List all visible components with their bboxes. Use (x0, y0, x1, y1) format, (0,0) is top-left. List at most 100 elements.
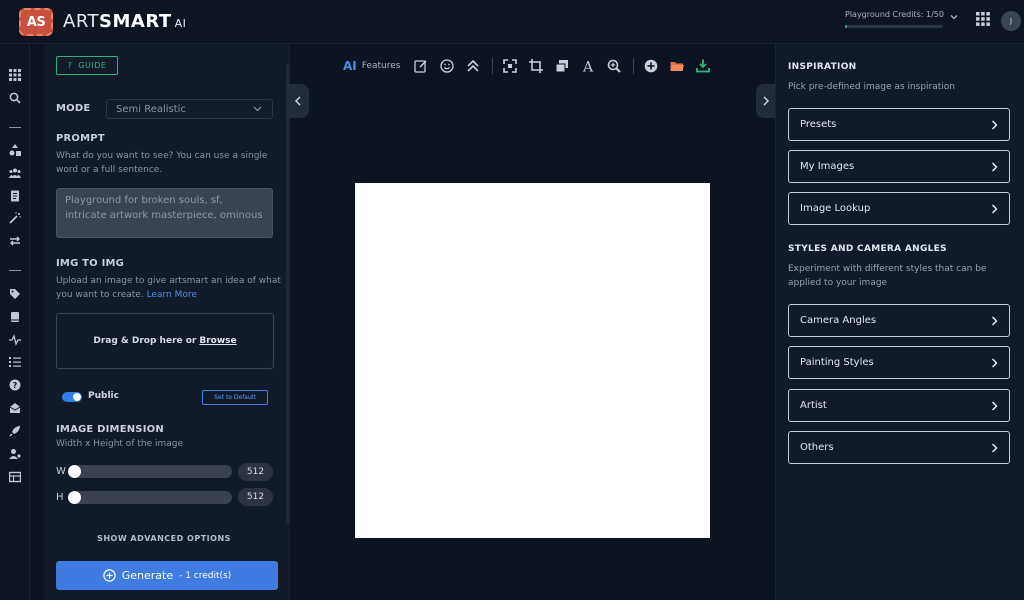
width-value[interactable]: 512 (238, 463, 273, 481)
expand-icon[interactable] (503, 59, 518, 73)
guide-button[interactable]: ? GUIDE (56, 56, 118, 75)
image-canvas[interactable] (355, 183, 710, 538)
book-icon[interactable] (9, 311, 21, 323)
download-icon[interactable] (696, 59, 711, 73)
top-bar: AS ARTSMART AI Playground Credits: 1/50 J (0, 0, 1024, 44)
others-button[interactable]: Others (788, 431, 1010, 464)
mode-select[interactable]: Semi Realistic (106, 99, 273, 119)
rocket-icon[interactable] (9, 425, 21, 437)
toolbar-divider (492, 58, 494, 74)
activity-icon[interactable] (9, 334, 21, 346)
document-icon[interactable] (9, 190, 21, 202)
styles-title: STYLES AND CAMERA ANGLES (788, 244, 947, 254)
browse-link[interactable]: Browse (199, 336, 236, 346)
others-label: Others (800, 442, 834, 453)
crop-icon[interactable] (529, 59, 544, 73)
chevron-right-icon (991, 161, 998, 172)
upscale-icon[interactable] (466, 59, 480, 73)
list-icon[interactable] (9, 356, 21, 368)
rail-divider (9, 127, 21, 128)
avatar[interactable]: J (1001, 11, 1021, 31)
camera-angles-button[interactable]: Camera Angles (788, 304, 1010, 337)
public-label: Public (88, 391, 119, 401)
show-advanced-options[interactable]: SHOW ADVANCED OPTIONS (44, 534, 284, 543)
width-slider-thumb[interactable] (68, 465, 81, 478)
apps-icon[interactable] (9, 69, 21, 81)
tag-icon[interactable] (9, 288, 21, 300)
artist-button[interactable]: Artist (788, 389, 1010, 422)
smile-icon[interactable] (440, 59, 455, 73)
generate-button[interactable]: Generate - 1 credit(s) (56, 561, 278, 590)
inspiration-hint: Pick pre-defined image as inspiration (788, 82, 956, 92)
credits-label: Playground Credits: 1/50 (845, 10, 944, 19)
users-icon[interactable] (9, 167, 21, 179)
text-icon[interactable]: A (581, 59, 595, 74)
chevron-right-icon (991, 442, 998, 453)
swap-icon[interactable] (9, 235, 21, 247)
set-default-button[interactable]: Set to Default (202, 390, 268, 405)
drop-text: Drag & Drop here or (93, 336, 197, 346)
svg-text:?: ? (13, 381, 18, 390)
chevron-right-icon (991, 119, 998, 130)
guide-label: GUIDE (78, 61, 107, 70)
width-label: W (56, 466, 66, 477)
toolbar-divider (633, 58, 635, 74)
collapse-left-panel-button[interactable] (287, 84, 309, 118)
width-slider[interactable] (68, 465, 232, 478)
folder-icon[interactable] (670, 59, 685, 73)
camera-angles-label: Camera Angles (800, 315, 877, 326)
app-logo[interactable]: ARTSMART AI (63, 11, 186, 32)
ai-tag: AI (343, 59, 357, 73)
generate-credits: - 1 credit(s) (179, 570, 232, 581)
height-slider[interactable] (68, 491, 232, 504)
apps-grid-icon[interactable] (976, 12, 990, 26)
magic-wand-icon[interactable] (9, 212, 21, 224)
public-toggle[interactable] (62, 392, 82, 402)
logo-ai: AI (174, 17, 187, 30)
inspiration-panel: INSPIRATION Pick pre-defined image as in… (775, 44, 1024, 600)
logo-badge-text: AS (26, 14, 46, 30)
painting-styles-button[interactable]: Painting Styles (788, 346, 1010, 379)
logo-smart: SMART (99, 11, 172, 32)
add-circle-icon (103, 569, 116, 582)
chevron-left-icon (294, 96, 301, 106)
add-circle-icon[interactable] (644, 59, 658, 73)
rail-divider (9, 270, 21, 271)
learn-more-link[interactable]: Learn More (147, 290, 197, 300)
collapse-right-panel-button[interactable] (756, 84, 776, 118)
zoom-icon[interactable] (607, 59, 622, 73)
prompt-hint: What do you want to see? You can use a s… (56, 151, 268, 175)
help-icon[interactable]: ? (9, 379, 21, 391)
edit-icon[interactable] (414, 59, 428, 73)
generate-label: Generate (121, 569, 174, 582)
chevron-down-icon[interactable] (949, 12, 959, 22)
search-icon[interactable] (9, 92, 21, 104)
shapes-icon[interactable] (9, 144, 21, 156)
mail-icon[interactable] (9, 402, 21, 414)
table-icon[interactable] (9, 471, 21, 483)
chevron-right-icon (991, 400, 998, 411)
canvas-toolbar: AI Features A (343, 56, 722, 76)
logo-badge[interactable]: AS (19, 8, 53, 36)
height-slider-thumb[interactable] (68, 491, 81, 504)
user-settings-icon[interactable] (9, 448, 21, 460)
height-label: H (56, 492, 64, 503)
chevron-right-icon (991, 203, 998, 214)
dimension-hint: Width x Height of the image (56, 439, 184, 449)
prompt-label: PROMPT (56, 133, 105, 144)
image-lookup-button[interactable]: Image Lookup (788, 192, 1010, 225)
panel-scrollbar[interactable] (286, 64, 289, 524)
my-images-button[interactable]: My Images (788, 150, 1010, 183)
presets-button[interactable]: Presets (788, 108, 1010, 141)
dimension-label: IMAGE DIMENSION (56, 424, 164, 435)
painting-styles-label: Painting Styles (800, 357, 874, 368)
image-drop-zone[interactable]: Drag & Drop here or Browse (56, 313, 274, 369)
prompt-input[interactable]: Playground for broken souls, sf, intrica… (56, 188, 273, 238)
height-value[interactable]: 512 (238, 488, 273, 506)
icon-rail: ? (0, 44, 30, 600)
layers-icon[interactable] (555, 59, 569, 73)
chevron-down-icon (253, 106, 262, 112)
features-label[interactable]: Features (362, 61, 401, 71)
svg-text:A: A (582, 60, 594, 74)
help-icon: ? (67, 61, 73, 70)
